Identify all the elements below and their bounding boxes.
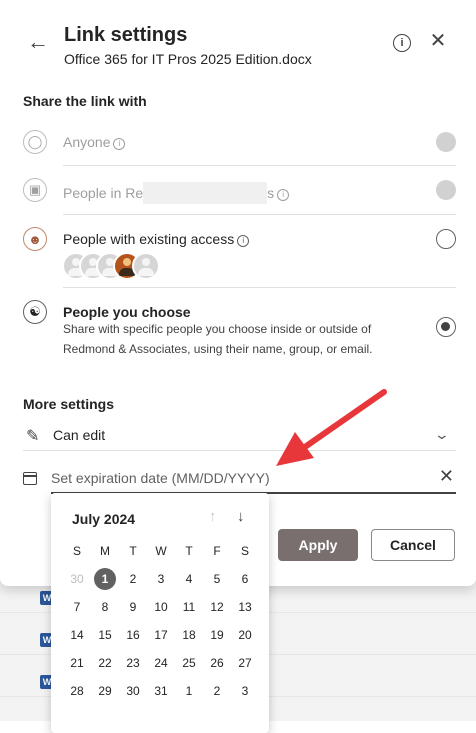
globe-icon: ◯	[23, 130, 47, 154]
calendar-day[interactable]: 2	[203, 684, 231, 698]
divider	[63, 287, 456, 288]
calendar-day[interactable]: 6	[231, 572, 259, 586]
calendar-day-selected[interactable]: 1	[91, 568, 119, 590]
briefcase-icon: ▣	[23, 178, 47, 202]
info-icon[interactable]: i	[237, 235, 250, 247]
calendar-day[interactable]: 16	[119, 628, 147, 642]
cancel-button[interactable]: Cancel	[371, 529, 455, 561]
calendar-day[interactable]: 3	[147, 572, 175, 586]
divider	[63, 165, 456, 166]
calendar-day[interactable]: 4	[175, 572, 203, 586]
calendar-day[interactable]: 29	[91, 684, 119, 698]
calendar-day[interactable]: 12	[203, 600, 231, 614]
weekday-label: T	[129, 544, 137, 558]
weekday-label: F	[213, 544, 221, 558]
option-label: People with existing access	[63, 231, 235, 247]
radio-people-you-choose[interactable]	[436, 317, 456, 337]
calendar-day[interactable]: 20	[231, 628, 259, 642]
calendar-icon[interactable]	[23, 472, 37, 485]
calendar-day[interactable]: 2	[119, 572, 147, 586]
option-label: People in Re	[63, 185, 144, 201]
permission-value: Can edit	[53, 427, 106, 443]
back-arrow-icon[interactable]: ←	[26, 30, 50, 54]
calendar-day[interactable]: 3	[231, 684, 259, 698]
calendar-week: 28 29 30 31 1 2 3	[63, 677, 259, 705]
chevron-down-icon: ⌄	[433, 426, 451, 442]
option-label: People you choose	[63, 304, 191, 320]
calendar-day[interactable]: 1	[175, 684, 203, 698]
share-heading: Share the link with	[23, 93, 147, 109]
info-icon[interactable]: i	[277, 189, 290, 201]
info-icon[interactable]: i	[113, 138, 126, 150]
option-label: Anyone	[63, 134, 111, 150]
avatar-group	[62, 252, 162, 280]
option-people-you-choose[interactable]: ☯ People you choose Share with specific …	[23, 300, 456, 360]
calendar-day[interactable]: 30	[119, 684, 147, 698]
calendar-day[interactable]: 18	[175, 628, 203, 642]
expiration-date-field: ✕	[23, 466, 456, 494]
person-settings-icon: ☯	[23, 300, 47, 324]
redacted-org-name	[143, 182, 268, 204]
pencil-icon: ✎	[26, 428, 40, 445]
calendar-week: 21 22 23 24 25 26 27	[63, 649, 259, 677]
weekday-label: M	[100, 544, 110, 558]
weekday-label: S	[240, 544, 249, 558]
calendar-day[interactable]: 30	[63, 572, 91, 586]
avatar	[132, 252, 160, 280]
radio-anyone[interactable]	[436, 132, 456, 152]
more-settings-heading: More settings	[23, 396, 115, 412]
page-title: Link settings	[64, 24, 188, 46]
calendar-day[interactable]: 10	[147, 600, 175, 614]
calendar-day[interactable]: 28	[63, 684, 91, 698]
option-people-in-org[interactable]: ▣ People in Re s i	[23, 178, 456, 204]
calendar-day[interactable]: 14	[63, 628, 91, 642]
calendar-month: July 2024	[72, 511, 136, 527]
weekday-label: S	[72, 544, 81, 558]
calendar-day[interactable]: 5	[203, 572, 231, 586]
calendar-day[interactable]: 31	[147, 684, 175, 698]
close-icon[interactable]: ✕	[428, 31, 448, 51]
clear-icon[interactable]: ✕	[439, 466, 454, 487]
calendar-day[interactable]: 11	[175, 600, 203, 614]
calendar-day[interactable]: 19	[203, 628, 231, 642]
calendar-week: 14 15 16 17 18 19 20	[63, 621, 259, 649]
calendar-day[interactable]: 8	[91, 600, 119, 614]
calendar-week: 30 1 2 3 4 5 6	[63, 565, 259, 593]
arrow-up-icon[interactable]: ↑	[209, 508, 217, 525]
date-picker: July 2024 ↑ ↓ S M T W T F S 30 1 2 3 4 5…	[51, 493, 269, 733]
calendar-day[interactable]: 9	[119, 600, 147, 614]
calendar-day-label: 1	[94, 568, 116, 590]
calendar-day[interactable]: 24	[147, 656, 175, 670]
radio-existing-access[interactable]	[436, 229, 456, 249]
calendar-grid: S M T W T F S 30 1 2 3 4 5 6 7 8 9 10 11…	[63, 537, 259, 705]
option-existing-access[interactable]: ☻ People with existing access i	[23, 227, 456, 253]
person-icon: ☻	[23, 227, 47, 251]
calendar-day[interactable]: 21	[63, 656, 91, 670]
apply-button[interactable]: Apply	[278, 529, 358, 561]
calendar-week: 7 8 9 10 11 12 13	[63, 593, 259, 621]
info-icon[interactable]: i	[393, 34, 411, 52]
calendar-day[interactable]: 22	[91, 656, 119, 670]
calendar-day[interactable]: 17	[147, 628, 175, 642]
divider	[23, 450, 456, 451]
arrow-down-icon[interactable]: ↓	[237, 508, 245, 525]
file-name: Office 365 for IT Pros 2025 Edition.docx	[64, 51, 312, 67]
calendar-day[interactable]: 25	[175, 656, 203, 670]
calendar-day[interactable]: 15	[91, 628, 119, 642]
option-anyone[interactable]: ◯ Anyone i	[23, 130, 456, 156]
calendar-day[interactable]: 27	[231, 656, 259, 670]
radio-people-in-org[interactable]	[436, 180, 456, 200]
permission-dropdown[interactable]: ✎ Can edit ⌄	[23, 424, 456, 451]
weekday-header: S M T W T F S	[63, 537, 259, 565]
calendar-day[interactable]: 7	[63, 600, 91, 614]
calendar-day[interactable]: 26	[203, 656, 231, 670]
weekday-label: T	[185, 544, 193, 558]
option-description: Share with specific people you choose in…	[63, 322, 373, 356]
option-label-suffix: s	[267, 185, 275, 201]
expiration-date-input[interactable]	[51, 466, 431, 490]
calendar-day[interactable]: 23	[119, 656, 147, 670]
calendar-day[interactable]: 13	[231, 600, 259, 614]
divider	[63, 214, 456, 215]
weekday-label: W	[155, 544, 167, 558]
